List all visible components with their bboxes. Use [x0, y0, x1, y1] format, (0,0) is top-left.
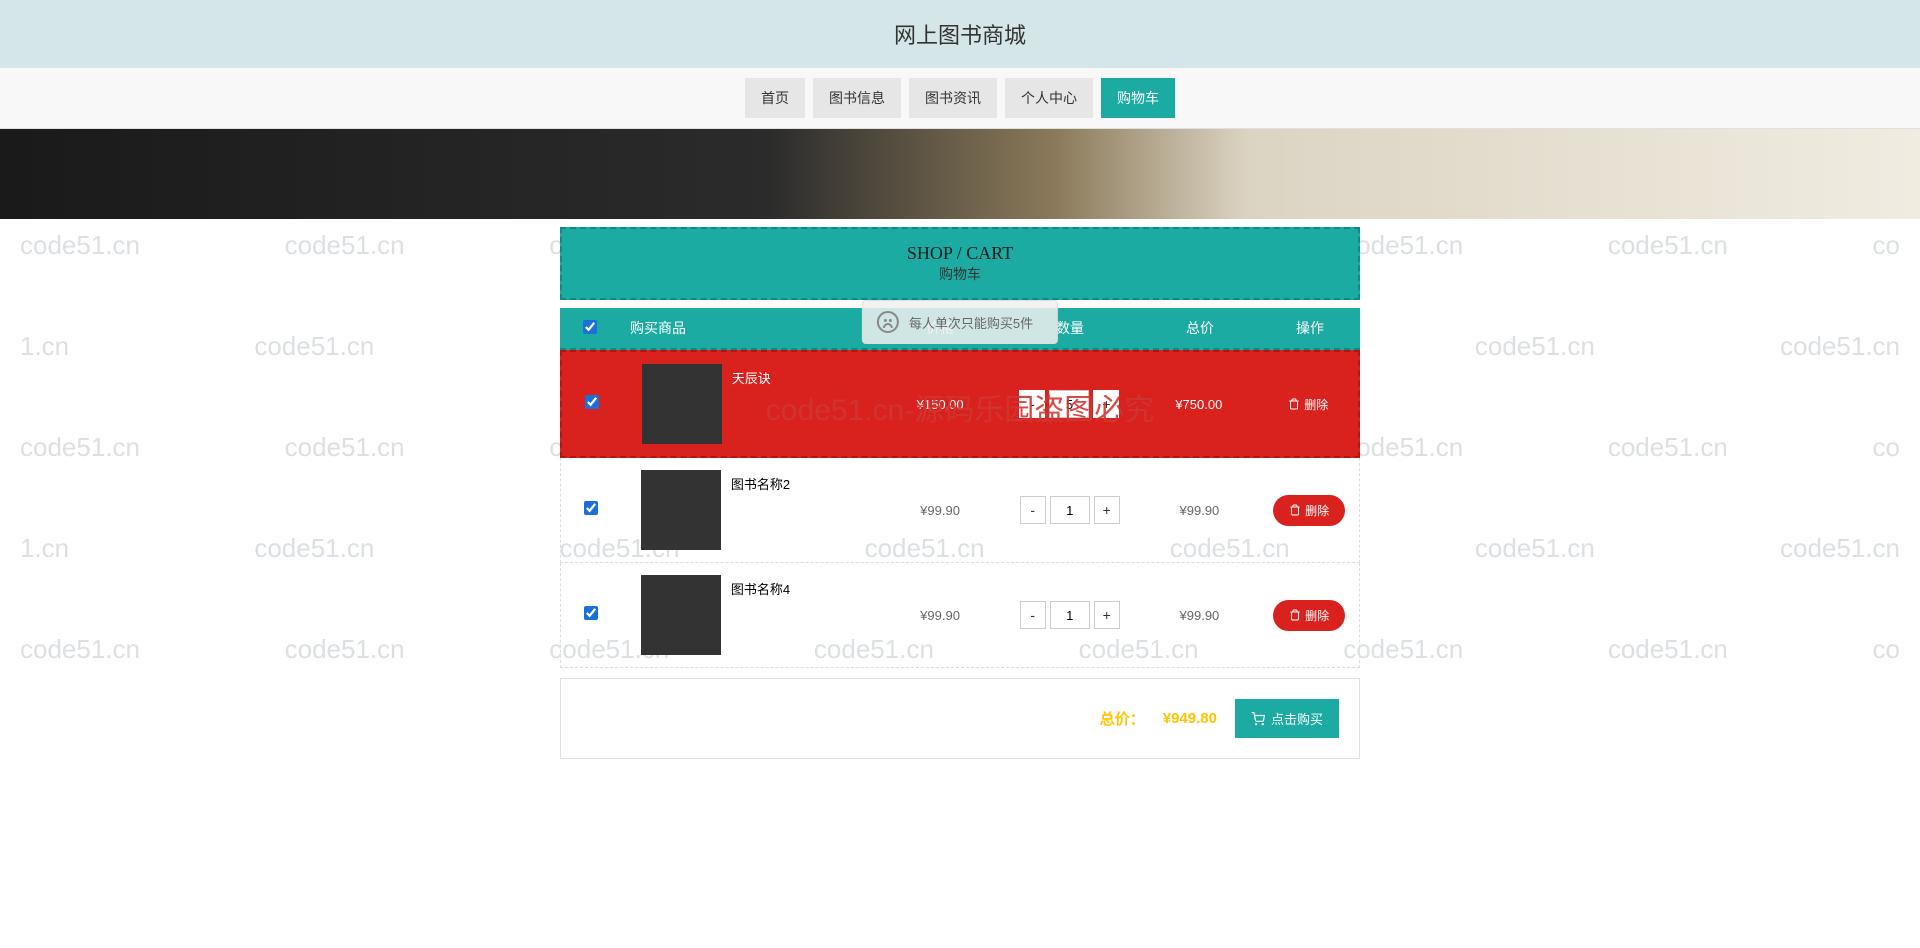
product-thumbnail	[641, 470, 721, 550]
trash-icon	[1288, 398, 1300, 410]
product-name: 天辰诀	[732, 364, 881, 387]
qty-input[interactable]	[1050, 496, 1090, 524]
product-thumbnail	[641, 575, 721, 655]
unit-price: ¥99.90	[880, 608, 1000, 623]
main-nav: 首页图书信息图书资讯个人中心购物车	[0, 68, 1920, 129]
nav-item-2[interactable]: 图书资讯	[909, 78, 997, 118]
select-all-checkbox[interactable]	[583, 320, 597, 334]
qty-minus-button[interactable]: -	[1020, 601, 1046, 629]
section-title: SHOP / CART 购物车	[560, 227, 1360, 300]
qty-input[interactable]	[1049, 390, 1089, 418]
cart-row: 图书名称2 ¥99.90 - + ¥99.90 删除	[560, 458, 1360, 563]
row-total: ¥750.00	[1139, 397, 1258, 412]
row-checkbox[interactable]	[585, 395, 599, 409]
qty-plus-button[interactable]: +	[1094, 601, 1120, 629]
delete-button[interactable]: 删除	[1273, 495, 1345, 526]
cart-row: 图书名称4 ¥99.90 - + ¥99.90 删除	[560, 563, 1360, 668]
row-total: ¥99.90	[1140, 503, 1260, 518]
nav-item-3[interactable]: 个人中心	[1005, 78, 1093, 118]
row-checkbox[interactable]	[584, 606, 598, 620]
nav-item-1[interactable]: 图书信息	[813, 78, 901, 118]
total-label: 总价：	[1100, 708, 1145, 729]
trash-icon	[1289, 504, 1301, 516]
qty-plus-button[interactable]: +	[1093, 390, 1119, 418]
row-total: ¥99.90	[1140, 608, 1260, 623]
col-product: 购买商品	[620, 318, 880, 338]
qty-input[interactable]	[1050, 601, 1090, 629]
qty-plus-button[interactable]: +	[1094, 496, 1120, 524]
col-total: 总价	[1140, 318, 1260, 338]
product-thumbnail	[642, 364, 722, 444]
cart-icon	[1251, 712, 1265, 726]
total-value: ¥949.80	[1163, 710, 1217, 727]
product-name: 图书名称2	[731, 470, 880, 493]
page-title: 网上图书商城	[0, 0, 1920, 68]
row-checkbox[interactable]	[584, 501, 598, 515]
nav-item-4[interactable]: 购物车	[1101, 78, 1175, 118]
product-name: 图书名称4	[731, 575, 880, 598]
unit-price: ¥99.90	[880, 503, 1000, 518]
qty-minus-button[interactable]: -	[1019, 390, 1045, 418]
trash-icon	[1289, 609, 1301, 621]
delete-button[interactable]: 删除	[1273, 600, 1345, 631]
toast-message: 每人单次只能购买5件	[862, 300, 1058, 344]
cart-footer: 总价： ¥949.80 点击购买	[560, 678, 1360, 759]
qty-minus-button[interactable]: -	[1020, 496, 1046, 524]
cart-row: 天辰诀 ¥150.00 - + ¥750.00 删除	[560, 350, 1360, 458]
unit-price: ¥150.00	[880, 397, 999, 412]
col-op: 操作	[1260, 318, 1360, 338]
buy-button[interactable]: 点击购买	[1235, 699, 1339, 738]
nav-item-0[interactable]: 首页	[745, 78, 805, 118]
hero-banner	[0, 129, 1920, 219]
sad-face-icon	[877, 311, 899, 333]
delete-button[interactable]: 删除	[1272, 389, 1344, 420]
